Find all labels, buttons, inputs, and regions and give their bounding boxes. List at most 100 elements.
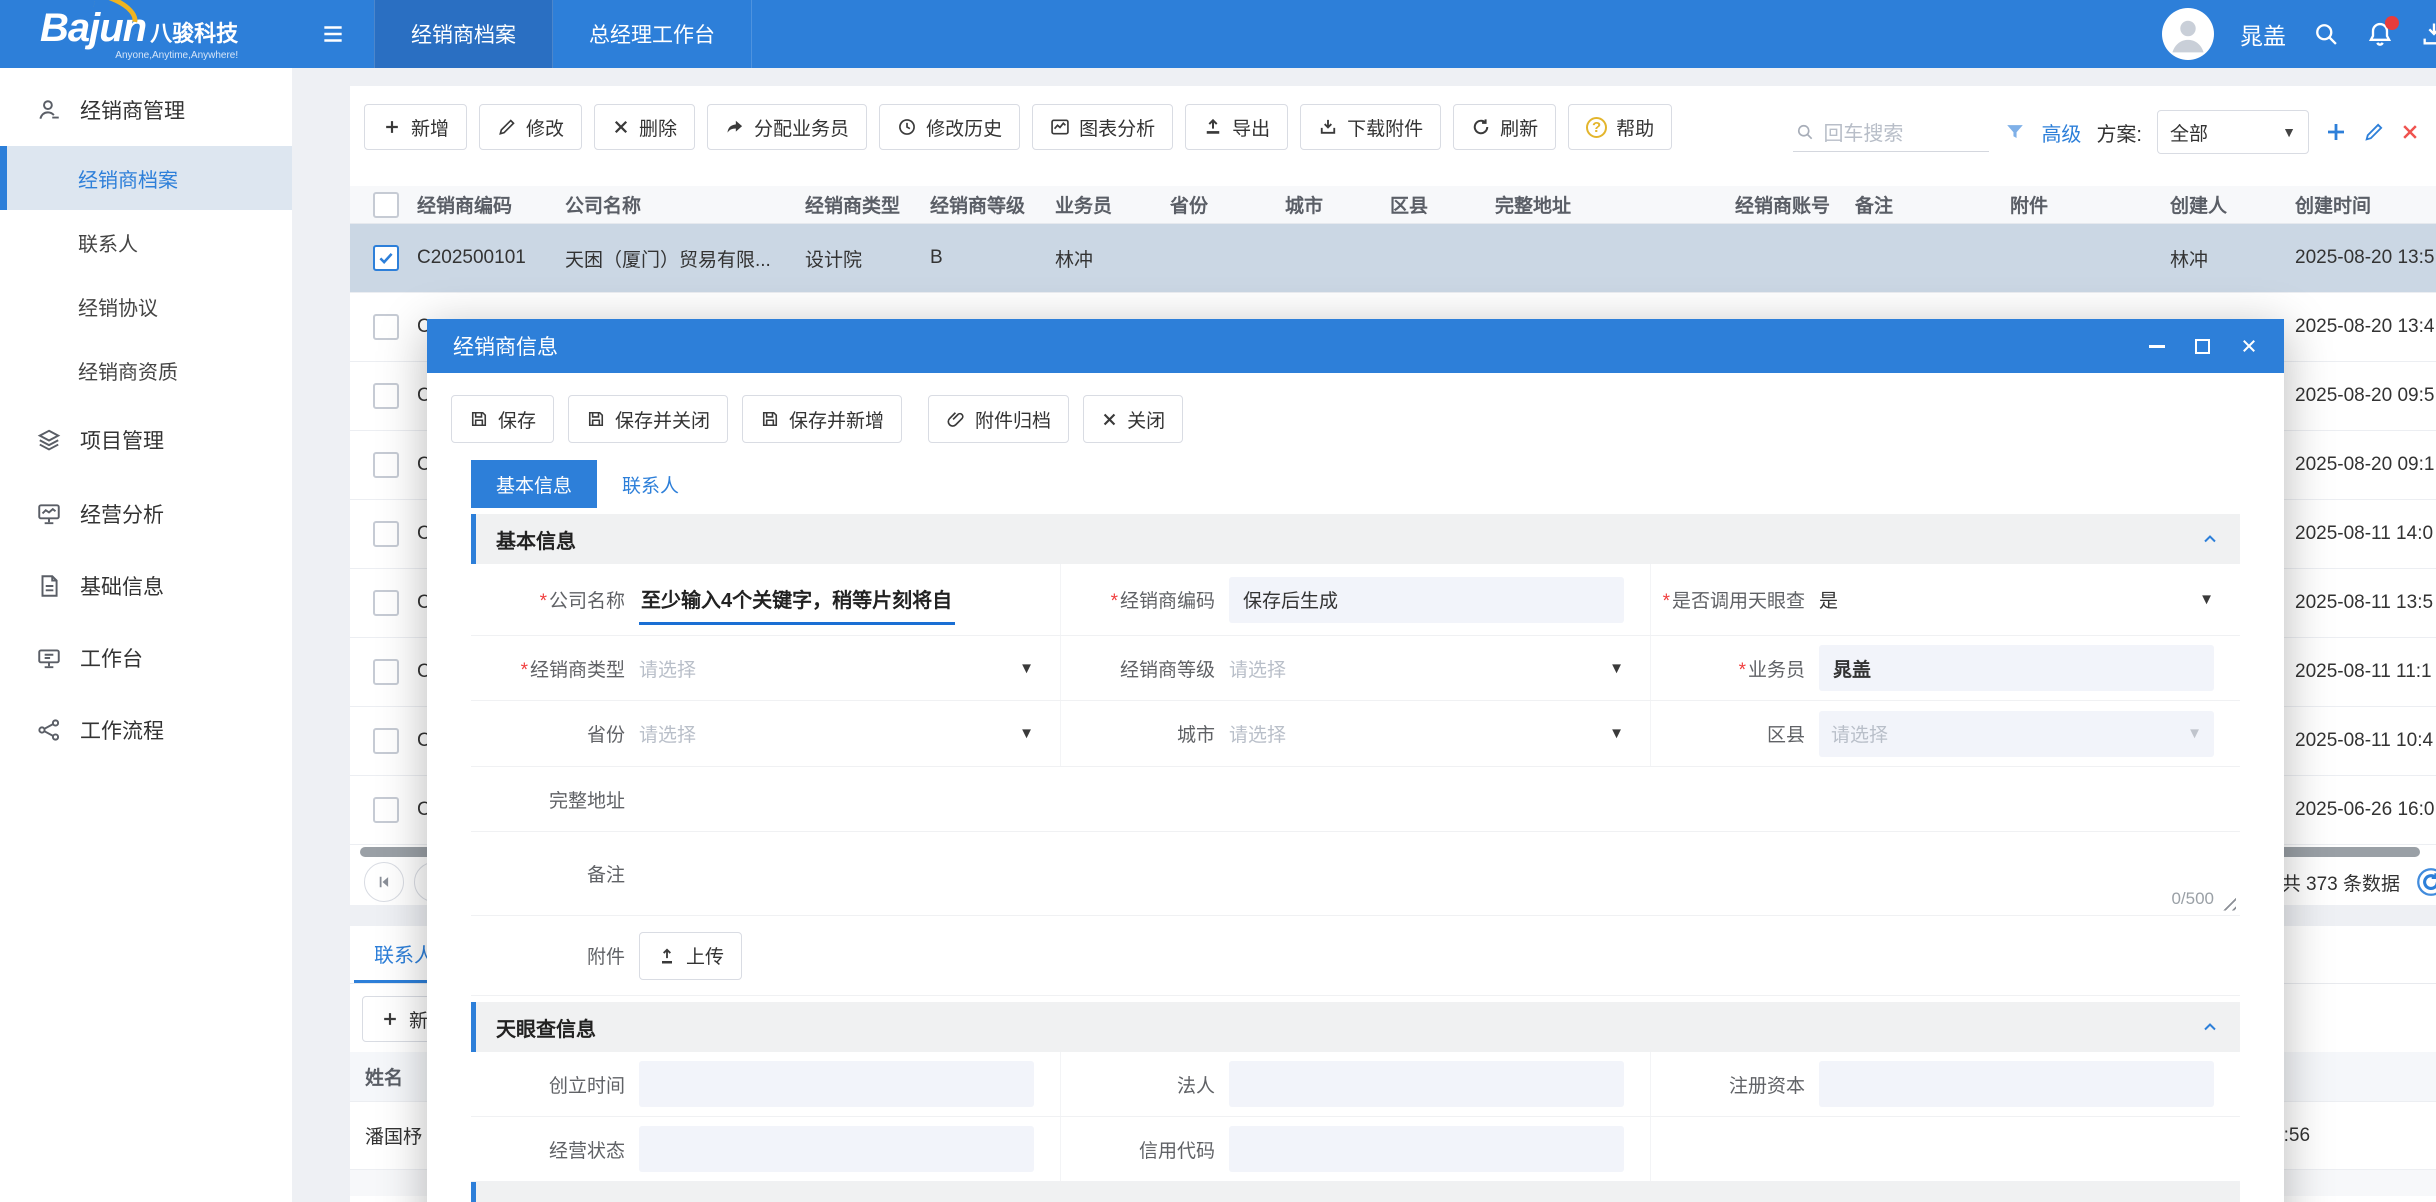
row-checkbox[interactable] xyxy=(373,521,399,547)
add-button[interactable]: 新增 xyxy=(364,104,467,150)
dealer-grade-select[interactable]: 请选择 ▼ xyxy=(1229,655,1650,682)
col-address[interactable]: 完整地址 xyxy=(1495,191,1735,218)
scheme-select[interactable]: 全部 ▼ xyxy=(2157,110,2309,154)
dealer-type-select[interactable]: 请选择 ▼ xyxy=(639,655,1060,682)
chart-analysis-button[interactable]: 图表分析 xyxy=(1032,104,1173,150)
select-all-checkbox[interactable] xyxy=(373,192,399,218)
cell-created: 2025-08-20 09:1 xyxy=(2295,454,2436,476)
modal-titlebar[interactable]: 经销商信息 xyxy=(427,319,2284,373)
resize-grip[interactable] xyxy=(2218,893,2236,911)
chevron-down-icon: ▼ xyxy=(2187,725,2202,742)
table-row[interactable]: C202500101 天困（厦门）贸易有限... 设计院 B 林冲 林冲 202… xyxy=(350,224,2436,293)
modal-tab-contacts[interactable]: 联系人 xyxy=(597,460,704,508)
row-checkbox[interactable] xyxy=(373,590,399,616)
col-city[interactable]: 城市 xyxy=(1285,191,1390,218)
assign-salesman-button[interactable]: 分配业务员 xyxy=(707,104,867,150)
col-company[interactable]: 公司名称 xyxy=(565,191,805,218)
col-code[interactable]: 经销商编码 xyxy=(405,191,565,218)
modal-toolbar: 保存 保存并关闭 保存并新增 附件归档 关闭 xyxy=(427,373,2284,443)
col-type[interactable]: 经销商类型 xyxy=(805,191,930,218)
close-icon[interactable] xyxy=(2240,337,2258,355)
edit-scheme-icon[interactable] xyxy=(2363,121,2385,143)
province-placeholder: 请选择 xyxy=(639,720,696,747)
row-checkbox[interactable] xyxy=(373,314,399,340)
refresh-list-icon[interactable] xyxy=(2414,865,2436,899)
modal-tab-basic[interactable]: 基本信息 xyxy=(471,460,597,508)
sidebar-item-basic-info[interactable]: 基础信息 xyxy=(0,550,292,622)
row-checkbox[interactable] xyxy=(373,383,399,409)
filter-funnel-icon[interactable] xyxy=(2004,121,2026,143)
collapse-chevron-icon[interactable] xyxy=(2200,1017,2220,1037)
tyc-check-label: 是否调用天眼查 xyxy=(1651,586,1819,613)
remark-textarea[interactable]: 0/500 xyxy=(639,833,2240,915)
delete-button[interactable]: 删除 xyxy=(594,104,695,150)
province-select[interactable]: 请选择 ▼ xyxy=(639,720,1060,747)
col-district[interactable]: 区县 xyxy=(1390,191,1495,218)
modal-close-button[interactable]: 关闭 xyxy=(1083,395,1183,443)
search-input[interactable]: 回车搜索 xyxy=(1793,112,1989,152)
nav-tab-dealer-archive[interactable]: 经销商档案 xyxy=(374,0,553,68)
hamburger-menu-icon[interactable] xyxy=(292,0,374,68)
export-button[interactable]: 导出 xyxy=(1185,104,1288,150)
cell-created: 2025-08-11 13:5 xyxy=(2295,592,2436,614)
row-checkbox[interactable] xyxy=(373,797,399,823)
sidebar-item-workflow[interactable]: 工作流程 xyxy=(0,694,292,766)
save-new-button[interactable]: 保存并新增 xyxy=(742,395,902,443)
row-checkbox[interactable] xyxy=(373,728,399,754)
save-close-button[interactable]: 保存并关闭 xyxy=(568,395,728,443)
col-remark[interactable]: 备注 xyxy=(1855,191,2010,218)
modal-title: 经销商信息 xyxy=(453,331,558,361)
first-page-button[interactable] xyxy=(364,862,404,902)
chevron-down-icon: ▼ xyxy=(1609,660,1624,677)
registered-capital-field xyxy=(1819,1061,2214,1107)
upload-button[interactable]: 上传 xyxy=(639,932,742,980)
sidebar-item-business-analysis[interactable]: 经营分析 xyxy=(0,478,292,550)
help-button[interactable]: ? 帮助 xyxy=(1568,104,1672,150)
logo-text-sub: 八骏科技 xyxy=(150,21,238,46)
nav-tab-gm-workbench[interactable]: 总经理工作台 xyxy=(553,0,752,68)
refresh-button[interactable]: 刷新 xyxy=(1453,104,1556,150)
sidebar-item-contacts[interactable]: 联系人 xyxy=(0,210,292,274)
download-tray-icon[interactable] xyxy=(2420,20,2436,48)
sidebar: 经销商管理 经销商档案 联系人 经销协议 经销商资质 项目管理 经营分析 基础信… xyxy=(0,68,292,1202)
download-attachment-button[interactable]: 下载附件 xyxy=(1300,104,1441,150)
maximize-icon[interactable] xyxy=(2195,339,2210,354)
username[interactable]: 晁盖 xyxy=(2240,17,2286,51)
save-close-label: 保存并关闭 xyxy=(615,406,710,433)
tyc-check-select[interactable]: 是 ▼ xyxy=(1819,586,2240,613)
delete-scheme-icon[interactable] xyxy=(2400,122,2420,142)
collapse-chevron-icon[interactable] xyxy=(2200,529,2220,549)
row-checkbox[interactable] xyxy=(373,452,399,478)
scheme-label: 方案: xyxy=(2096,118,2142,147)
col-salesman[interactable]: 业务员 xyxy=(1055,191,1170,218)
remark-counter: 0/500 xyxy=(2171,889,2214,909)
search-icon[interactable] xyxy=(2312,20,2340,48)
sidebar-item-project-management[interactable]: 项目管理 xyxy=(0,402,292,478)
add-scheme-icon[interactable] xyxy=(2324,120,2348,144)
company-name-input[interactable]: 至少输入4个关键字，稍等片刻将自 xyxy=(639,575,955,625)
col-created[interactable]: 创建时间 xyxy=(2295,191,2436,218)
city-select[interactable]: 请选择 ▼ xyxy=(1229,720,1650,747)
sidebar-item-dealer-qualification[interactable]: 经销商资质 xyxy=(0,338,292,402)
sidebar-item-workbench[interactable]: 工作台 xyxy=(0,622,292,694)
avatar[interactable] xyxy=(2162,8,2214,60)
section-tyc-header: 天眼查信息 xyxy=(471,1002,2240,1052)
chevron-down-icon: ▼ xyxy=(1019,660,1034,677)
sidebar-item-dealer-archive[interactable]: 经销商档案 xyxy=(0,146,292,210)
col-account[interactable]: 经销商账号 xyxy=(1735,191,1855,218)
sidebar-item-dealer-agreement[interactable]: 经销协议 xyxy=(0,274,292,338)
attachment-archive-button[interactable]: 附件归档 xyxy=(928,395,1069,443)
edit-history-button[interactable]: 修改历史 xyxy=(879,104,1020,150)
row-checkbox[interactable] xyxy=(373,659,399,685)
advanced-filter-link[interactable]: 高级 xyxy=(2041,118,2081,147)
save-button[interactable]: 保存 xyxy=(451,395,554,443)
edit-button[interactable]: 修改 xyxy=(479,104,582,150)
minimize-icon[interactable] xyxy=(2149,345,2165,348)
sidebar-group-dealer-management[interactable]: 经销商管理 xyxy=(0,74,292,146)
col-grade[interactable]: 经销商等级 xyxy=(930,191,1055,218)
row-checkbox[interactable] xyxy=(373,245,399,271)
bell-icon[interactable] xyxy=(2366,20,2394,48)
col-creator[interactable]: 创建人 xyxy=(2170,191,2295,218)
col-attachment[interactable]: 附件 xyxy=(2010,191,2170,218)
col-province[interactable]: 省份 xyxy=(1170,191,1285,218)
